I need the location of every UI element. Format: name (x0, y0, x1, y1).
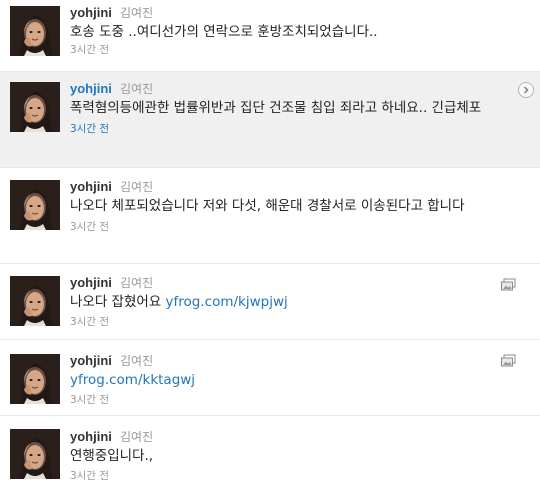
full-name: 김여진 (119, 180, 154, 194)
screen-name-link[interactable]: yohjini (70, 5, 112, 20)
avatar-image (10, 354, 60, 404)
tweet-item[interactable]: yohjini 김여진 나오다 체포되었습니다 저와 다섯, 해운대 경찰서로 … (0, 168, 540, 264)
yfrog-link[interactable]: yfrog.com/kjwpjwj (166, 294, 288, 310)
avatar[interactable] (10, 6, 60, 56)
full-name: 김여진 (119, 82, 154, 96)
media-icon[interactable] (500, 354, 516, 368)
full-name: 김여진 (119, 430, 154, 444)
tweet-text: 호송 도중 ..여디선가의 연락으로 훈방조치되었습니다.. (70, 24, 378, 40)
tweet-item[interactable]: yohjini 김여진 호송 도중 ..여디선가의 연락으로 훈방조치되었습니다… (0, 0, 540, 72)
tweet-text: 나오다 잡혔어요 yfrog.com/kjwpjwj (70, 292, 500, 312)
timestamp-link[interactable]: 3시간 전 (70, 42, 500, 58)
avatar[interactable] (10, 429, 60, 479)
timestamp-link[interactable]: 3시간 전 (70, 121, 500, 137)
details-arrow-icon[interactable] (518, 82, 534, 98)
avatar[interactable] (10, 82, 60, 132)
timestamp-link[interactable]: 3시간 전 (70, 392, 500, 408)
timestamp-link[interactable]: 3시간 전 (70, 468, 500, 484)
tweet-text: yfrog.com/kktagwj (70, 370, 500, 390)
full-name: 김여진 (119, 354, 154, 368)
avatar-image (10, 276, 60, 326)
avatar-image (10, 82, 60, 132)
media-icon[interactable] (500, 278, 516, 292)
tweet-item[interactable]: yohjini 김여진 폭력혐의등에관한 법률위반과 집단 건조물 침입 죄라고… (0, 72, 540, 168)
tweet-text: 나오다 체포되었습니다 저와 다섯, 해운대 경찰서로 이송된다고 합니다 (70, 198, 465, 214)
timestamp-link[interactable]: 3시간 전 (70, 219, 500, 235)
avatar-image (10, 180, 60, 230)
screen-name-link[interactable]: yohjini (70, 353, 112, 368)
avatar[interactable] (10, 276, 60, 326)
yfrog-link[interactable]: yfrog.com/kktagwj (70, 372, 195, 388)
full-name: 김여진 (119, 6, 154, 20)
tweet-item[interactable]: yohjini 김여진 연행중입니다., 3시간 전 (0, 416, 540, 494)
avatar[interactable] (10, 180, 60, 230)
screen-name-link[interactable]: yohjini (70, 275, 112, 290)
tweet-text: 연행중입니다., (70, 448, 154, 464)
tweet-item[interactable]: yohjini 김여진 yfrog.com/kktagwj 3시간 전 (0, 340, 540, 416)
tweet-item[interactable]: yohjini 김여진 나오다 잡혔어요 yfrog.com/kjwpjwj 3… (0, 264, 540, 340)
avatar[interactable] (10, 354, 60, 404)
screen-name-link[interactable]: yohjini (70, 81, 112, 96)
tweet-timeline: yohjini 김여진 호송 도중 ..여디선가의 연락으로 훈방조치되었습니다… (0, 0, 540, 494)
screen-name-link[interactable]: yohjini (70, 179, 112, 194)
full-name: 김여진 (119, 276, 154, 290)
avatar-image (10, 429, 60, 479)
screen-name-link[interactable]: yohjini (70, 429, 112, 444)
avatar-image (10, 6, 60, 56)
tweet-text-prefix: 나오다 잡혔어요 (70, 294, 166, 310)
timestamp-link[interactable]: 3시간 전 (70, 314, 500, 330)
tweet-text: 폭력혐의등에관한 법률위반과 집단 건조물 침입 죄라고 하네요.. 긴급체포 (70, 100, 482, 116)
